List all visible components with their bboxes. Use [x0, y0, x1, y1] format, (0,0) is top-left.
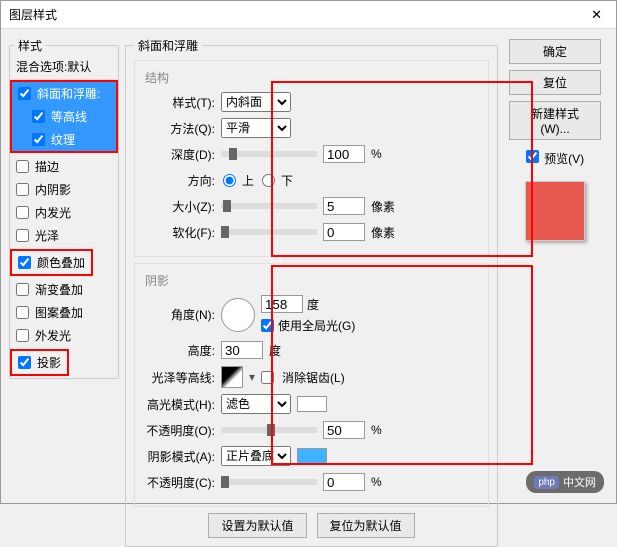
- opacity2-label: 不透明度(C):: [145, 474, 215, 491]
- check-stroke[interactable]: [16, 160, 29, 173]
- sidebar-item-contour[interactable]: 等高线: [12, 105, 116, 128]
- check-coloroverlay[interactable]: [18, 256, 31, 269]
- set-default-button[interactable]: 设置为默认值: [208, 513, 306, 538]
- titlebar: 图层样式 ✕: [1, 1, 616, 29]
- ok-button[interactable]: 确定: [509, 39, 601, 64]
- shading-title: 阴影: [145, 272, 478, 289]
- sidebar-item-innerglow[interactable]: 内发光: [10, 201, 118, 224]
- preview-swatch: [525, 181, 585, 241]
- check-gradientoverlay[interactable]: [16, 283, 29, 296]
- dir-down-radio[interactable]: [262, 174, 275, 187]
- shadow-mode-select[interactable]: 正片叠底: [221, 446, 291, 466]
- gloss-contour-icon[interactable]: [221, 366, 243, 388]
- dir-up-radio[interactable]: [223, 174, 236, 187]
- check-texture[interactable]: [32, 133, 45, 146]
- altitude-label: 高度:: [145, 342, 215, 359]
- chevron-down-icon[interactable]: ▾: [249, 370, 255, 384]
- sidebar-item-innershadow[interactable]: 内阴影: [10, 178, 118, 201]
- check-bevel[interactable]: [18, 87, 31, 100]
- styles-header: 样式: [14, 37, 46, 54]
- highlight-mode-label: 高光模式(H):: [145, 396, 215, 413]
- watermark: php 中文网: [526, 471, 604, 493]
- bevel-title: 斜面和浮雕: [134, 37, 202, 54]
- styles-panel: 样式 混合选项:默认 斜面和浮雕: 等高线: [9, 37, 119, 379]
- dialog-title: 图层样式: [9, 6, 57, 23]
- sidebar-item-bevel[interactable]: 斜面和浮雕:: [12, 82, 116, 105]
- antialias-check[interactable]: [261, 371, 274, 384]
- sidebar-item-satin[interactable]: 光泽: [10, 224, 118, 247]
- check-outerglow[interactable]: [16, 329, 29, 342]
- angle-input[interactable]: [261, 295, 303, 313]
- method-select[interactable]: 平滑: [221, 118, 291, 138]
- depth-slider[interactable]: [221, 151, 317, 157]
- structure-group: 结构 样式(T): 内斜面 方法(Q): 平滑 深度(D): %: [134, 60, 489, 257]
- opacity1-input[interactable]: [323, 421, 365, 439]
- depth-input[interactable]: [323, 145, 365, 163]
- check-innerglow[interactable]: [16, 206, 29, 219]
- highlight-mode-select[interactable]: 滤色: [221, 394, 291, 414]
- close-icon[interactable]: ✕: [585, 7, 608, 23]
- new-style-button[interactable]: 新建样式(W)...: [509, 101, 601, 140]
- global-light-check[interactable]: [261, 319, 274, 332]
- size-label: 大小(Z):: [145, 198, 215, 215]
- preview-check[interactable]: [526, 150, 539, 163]
- sidebar-item-dropshadow[interactable]: 投影: [12, 351, 67, 374]
- soften-input[interactable]: [323, 223, 365, 241]
- php-badge-icon: php: [534, 476, 559, 489]
- check-innershadow[interactable]: [16, 183, 29, 196]
- check-patternoverlay[interactable]: [16, 306, 29, 319]
- angle-wheel-icon[interactable]: [221, 298, 255, 332]
- check-contour[interactable]: [32, 110, 45, 123]
- sidebar-item-texture[interactable]: 纹理: [12, 128, 116, 151]
- method-label: 方法(Q):: [145, 120, 215, 137]
- soften-label: 软化(F):: [145, 224, 215, 241]
- opacity2-slider[interactable]: [221, 479, 317, 485]
- angle-label: 角度(N):: [145, 306, 215, 323]
- gloss-label: 光泽等高线:: [145, 369, 215, 386]
- style-label: 样式(T):: [145, 94, 215, 111]
- sidebar-item-outerglow[interactable]: 外发光: [10, 324, 118, 347]
- shadow-mode-label: 阴影模式(A):: [145, 448, 215, 465]
- structure-title: 结构: [145, 69, 478, 86]
- size-slider[interactable]: [221, 203, 317, 209]
- opacity1-label: 不透明度(O):: [145, 422, 215, 439]
- opacity2-input[interactable]: [323, 473, 365, 491]
- sidebar-item-gradientoverlay[interactable]: 渐变叠加: [10, 278, 118, 301]
- shading-group: 阴影 角度(N): 度 使用全局光(G): [134, 263, 489, 507]
- shadow-color-swatch[interactable]: [297, 448, 327, 464]
- sidebar-item-patternoverlay[interactable]: 图案叠加: [10, 301, 118, 324]
- soften-slider[interactable]: [221, 229, 317, 235]
- blend-options[interactable]: 混合选项:默认: [10, 54, 118, 80]
- reset-default-button[interactable]: 复位为默认值: [317, 513, 415, 538]
- sidebar-item-coloroverlay[interactable]: 颜色叠加: [12, 251, 91, 274]
- bevel-fieldset: 斜面和浮雕 结构 样式(T): 内斜面 方法(Q): 平滑 深度(D):: [125, 37, 498, 547]
- check-dropshadow[interactable]: [18, 356, 31, 369]
- altitude-input[interactable]: [221, 341, 263, 359]
- sidebar-item-stroke[interactable]: 描边: [10, 155, 118, 178]
- check-satin[interactable]: [16, 229, 29, 242]
- style-select[interactable]: 内斜面: [221, 92, 291, 112]
- highlight-color-swatch[interactable]: [297, 396, 327, 412]
- direction-label: 方向:: [145, 172, 215, 189]
- depth-label: 深度(D):: [145, 146, 215, 163]
- opacity1-slider[interactable]: [221, 427, 317, 433]
- cancel-button[interactable]: 复位: [509, 70, 601, 95]
- size-input[interactable]: [323, 197, 365, 215]
